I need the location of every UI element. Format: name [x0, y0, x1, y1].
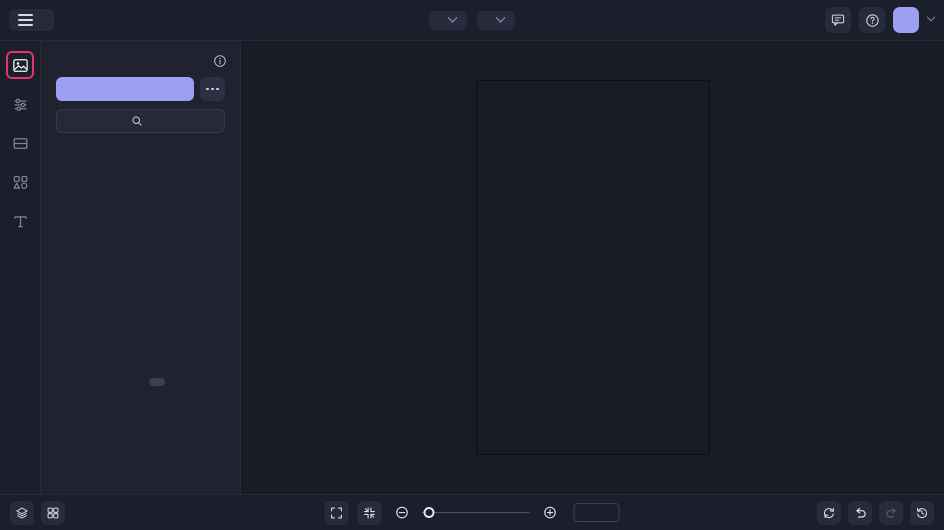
image-icon [12, 58, 28, 72]
redo-button[interactable] [879, 500, 903, 525]
grid-view-button[interactable] [41, 500, 65, 525]
chevron-down-icon[interactable] [926, 12, 936, 22]
file-controls [429, 10, 515, 30]
info-circle-icon[interactable] [213, 54, 227, 68]
reset-button[interactable] [817, 500, 841, 525]
history-icon [916, 507, 928, 518]
feedback-button[interactable] [825, 7, 851, 33]
main-body [0, 41, 944, 494]
fit-screen-button[interactable] [324, 500, 349, 525]
app-menu-button[interactable] [9, 9, 54, 31]
tooltip [149, 378, 165, 386]
shrink-to-fit-button[interactable] [357, 500, 382, 525]
history-controls [817, 500, 934, 525]
grid-icon [47, 507, 59, 518]
more-options-button[interactable] [200, 77, 225, 101]
zoom-in-icon [543, 506, 556, 519]
hamburger-icon [18, 14, 33, 26]
bottom-bar [0, 494, 944, 530]
tool-rail [0, 41, 41, 494]
zoom-slider-handle[interactable] [423, 507, 435, 518]
artboard[interactable] [476, 81, 709, 454]
zoom-out-icon [395, 506, 408, 519]
computer-button[interactable] [56, 77, 194, 101]
thumbnail-scroll-area[interactable] [41, 143, 240, 494]
search-stock-images-button[interactable] [56, 109, 225, 133]
shrink-icon [364, 507, 375, 518]
image-manager-panel [41, 41, 241, 494]
zoom-out-button[interactable] [391, 502, 413, 524]
redo-icon [885, 507, 896, 518]
history-button[interactable] [910, 500, 934, 525]
save-button[interactable] [477, 10, 515, 30]
undo-icon [855, 507, 866, 518]
zoom-level-value[interactable] [573, 503, 620, 522]
sliders-icon [14, 98, 26, 111]
ellipsis-icon [216, 87, 219, 91]
sidebar-item-shapes[interactable] [6, 168, 34, 196]
frame-icon [13, 137, 27, 149]
account-controls [825, 7, 936, 33]
zoom-slider[interactable] [421, 506, 530, 520]
undo-button[interactable] [848, 500, 872, 525]
layers-button[interactable] [10, 500, 34, 525]
shapes-icon [13, 175, 27, 189]
zoom-in-button[interactable] [539, 502, 561, 524]
ellipsis-icon [206, 87, 209, 91]
help-button[interactable] [859, 7, 885, 33]
chevron-down-icon [447, 12, 458, 23]
app-root [0, 0, 944, 530]
ellipsis-icon [211, 87, 214, 91]
panel-header [41, 41, 240, 77]
reset-icon [823, 507, 835, 518]
canvas-inner-image[interactable] [534, 191, 641, 339]
search-icon [132, 116, 142, 126]
sidebar-item-image[interactable] [6, 51, 34, 79]
text-icon [13, 215, 27, 227]
zoom-slider-track [421, 511, 530, 514]
sidebar-item-adjust[interactable] [6, 90, 34, 118]
chevron-down-icon [495, 12, 506, 23]
avatar[interactable] [893, 7, 919, 33]
sidebar-item-text[interactable] [6, 207, 34, 235]
source-buttons [41, 77, 240, 109]
top-bar [0, 0, 944, 41]
fit-screen-icon [331, 507, 342, 518]
open-button[interactable] [429, 10, 467, 30]
canvas-stage[interactable] [241, 41, 944, 494]
layers-icon [16, 507, 28, 519]
sidebar-item-frame[interactable] [6, 129, 34, 157]
comment-icon [831, 14, 845, 26]
zoom-controls [324, 500, 620, 525]
help-circle-icon [865, 13, 879, 27]
